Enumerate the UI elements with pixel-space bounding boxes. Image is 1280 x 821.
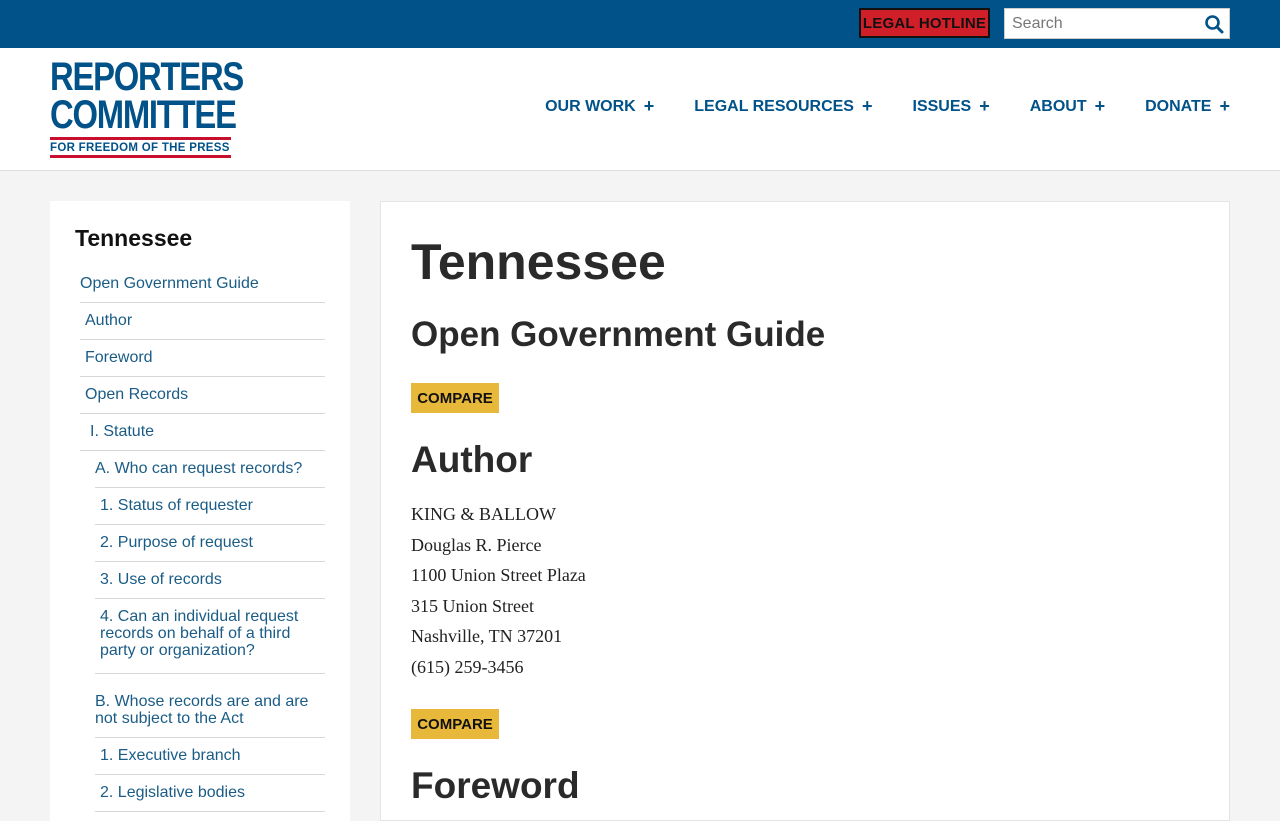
nav-about[interactable]: ABOUT + <box>1030 96 1105 117</box>
main-nav: OUR WORK + LEGAL RESOURCES + ISSUES + AB… <box>505 96 1230 117</box>
author-line: (615) 259-3456 <box>411 656 524 677</box>
nav-our-work[interactable]: OUR WORK + <box>545 96 654 117</box>
search-box <box>1004 8 1230 39</box>
guide-sidebar: Tennessee Open Government Guide Author F… <box>50 201 350 821</box>
compare-button[interactable]: COMPARE <box>411 709 499 739</box>
author-line: Nashville, TN 37201 <box>411 626 563 647</box>
plus-icon: + <box>861 96 873 116</box>
nav-legal-resources[interactable]: LEGAL RESOURCES + <box>694 96 872 117</box>
search-icon[interactable] <box>1203 13 1225 35</box>
nav-label: LEGAL RESOURCES <box>694 97 854 115</box>
plus-icon: + <box>1219 96 1230 116</box>
toc-item-author[interactable]: Author <box>80 303 325 340</box>
author-line: KING & BALLOW <box>411 504 556 524</box>
toc-item-open-records[interactable]: Open Records <box>80 377 325 414</box>
nav-label: OUR WORK <box>545 97 636 115</box>
nav-issues[interactable]: ISSUES + <box>913 96 990 117</box>
search-input[interactable] <box>1005 9 1202 38</box>
foreword-heading: Foreword <box>411 765 580 806</box>
toc-item-executive-branch[interactable]: 1. Executive branch <box>95 738 325 775</box>
author-line: 1100 Union Street Plaza <box>411 565 586 586</box>
guide-subtitle: Open Government Guide <box>411 315 826 354</box>
logo-tagline: FOR FREEDOM OF THE PRESS <box>50 142 230 154</box>
toc-item-third-party-request[interactable]: 4. Can an individual request records on … <box>95 599 325 674</box>
nav-donate[interactable]: DONATE + <box>1145 96 1230 117</box>
toc-item-purpose-of-request[interactable]: 2. Purpose of request <box>95 525 325 562</box>
nav-label: ABOUT <box>1029 97 1087 115</box>
utility-bar: LEGAL HOTLINE <box>0 0 1280 48</box>
legal-hotline-button[interactable]: LEGAL HOTLINE <box>859 8 990 38</box>
logo-line-2: COMMITTEE <box>50 93 237 137</box>
guide-content: Tennessee Open Government Guide COMPARE … <box>380 201 1230 821</box>
logo-underline <box>50 155 231 158</box>
page-title: Tennessee <box>411 234 666 290</box>
plus-icon: + <box>643 96 655 116</box>
toc-item-foreword[interactable]: Foreword <box>80 340 325 377</box>
toc-item-who-can-request[interactable]: A. Who can request records? <box>95 451 325 488</box>
toc-item-statute[interactable]: I. Statute <box>80 414 325 451</box>
sidebar-title: Tennessee <box>75 225 193 251</box>
site-header: REPORTERS COMMITTEE FOR FREEDOM OF THE P… <box>0 48 1280 171</box>
author-line: 315 Union Street <box>411 595 534 616</box>
toc-item-status-of-requester[interactable]: 1. Status of requester <box>95 488 325 525</box>
author-heading: Author <box>411 439 533 480</box>
toc-item-use-of-records[interactable]: 3. Use of records <box>95 562 325 599</box>
nav-label: DONATE <box>1145 97 1212 115</box>
nav-label: ISSUES <box>912 97 972 115</box>
toc-item-legislative-bodies[interactable]: 2. Legislative bodies <box>95 775 325 812</box>
toc-item-whose-records[interactable]: B. Whose records are and are not subject… <box>95 674 325 738</box>
logo-line-1: REPORTERS <box>50 55 244 99</box>
compare-button[interactable]: COMPARE <box>411 383 499 413</box>
table-of-contents: Open Government Guide Author Foreword Op… <box>80 266 325 812</box>
site-logo[interactable]: REPORTERS COMMITTEE FOR FREEDOM OF THE P… <box>50 55 244 158</box>
toc-item-open-government-guide[interactable]: Open Government Guide <box>80 266 325 303</box>
plus-icon: + <box>1094 96 1106 116</box>
author-line: Douglas R. Pierce <box>411 534 542 555</box>
plus-icon: + <box>979 96 990 116</box>
author-block: KING & BALLOW Douglas R. Pierce 1100 Uni… <box>411 499 586 683</box>
